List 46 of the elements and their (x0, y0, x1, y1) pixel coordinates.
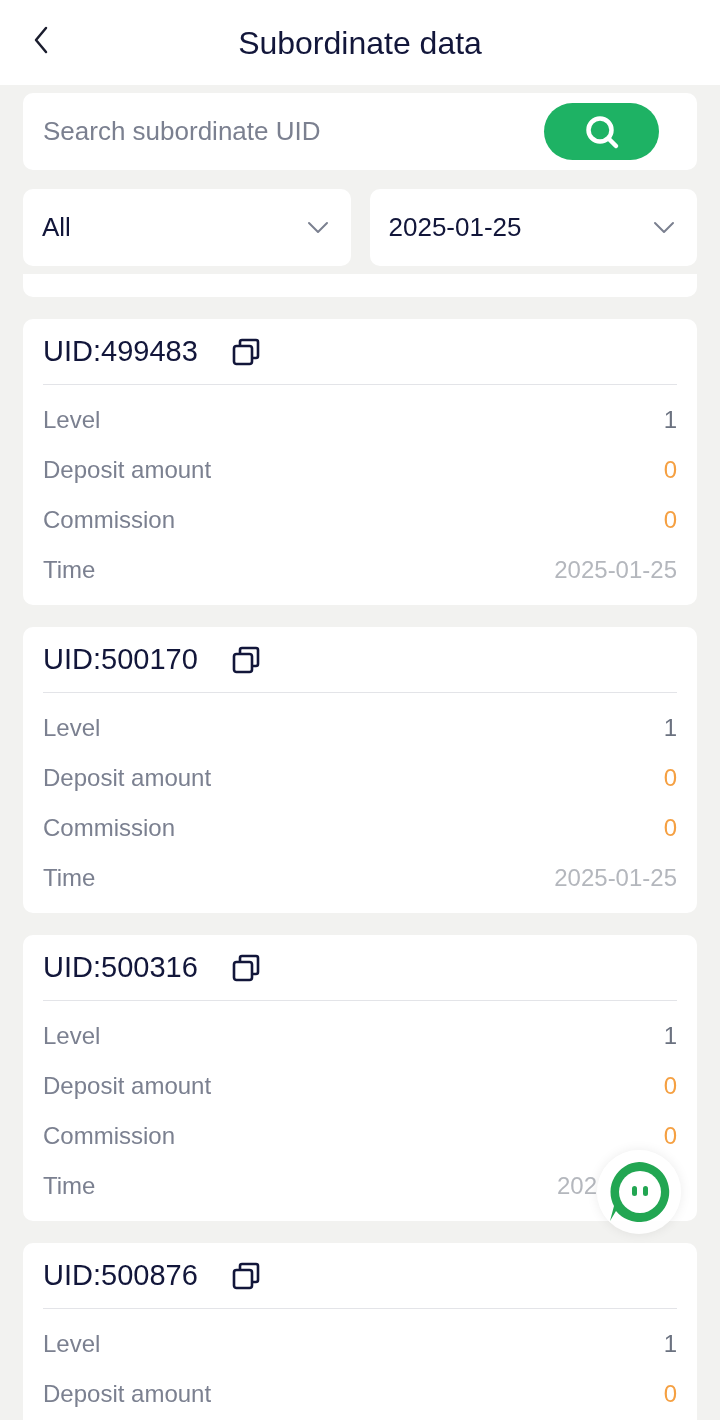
field-label: Level (43, 713, 101, 743)
search-field[interactable]: Search subordinate UID (23, 93, 697, 170)
search-icon (583, 113, 620, 150)
field-value: 0 (663, 1121, 677, 1151)
uid-label: UID:500316 (43, 949, 198, 985)
search-button[interactable] (544, 103, 659, 160)
field-label: Commission (43, 813, 176, 843)
search-input[interactable]: Search subordinate UID (43, 112, 544, 151)
field-label: Deposit amount (43, 763, 212, 793)
field-value: 202 (557, 1171, 598, 1201)
field-value: 0 (663, 763, 677, 793)
copy-icon[interactable] (231, 337, 260, 366)
field-label: Commission (43, 1121, 176, 1151)
field-value: 0 (663, 1379, 677, 1409)
copy-icon[interactable] (231, 953, 260, 982)
page-title: Subordinate data (238, 23, 482, 63)
uid-label: UID:499483 (43, 333, 198, 369)
field-value: 0 (663, 1071, 677, 1101)
field-label: Deposit amount (43, 455, 212, 485)
uid-label: UID:500170 (43, 641, 198, 677)
field-value: 0 (663, 505, 677, 535)
field-label: Time (43, 1171, 96, 1201)
field-value: 1 (663, 405, 677, 435)
field-value: 2025-01-25 (554, 555, 677, 585)
filter-dropdown[interactable]: All (23, 189, 351, 266)
field-label: Level (43, 1021, 101, 1051)
field-label: Time (43, 555, 96, 585)
field-value: 2025-01-25 (554, 863, 677, 893)
field-label: Deposit amount (43, 1379, 212, 1409)
chevron-down-icon (653, 220, 675, 235)
copy-icon[interactable] (231, 1261, 260, 1290)
uid-label: UID:500876 (43, 1257, 198, 1293)
back-icon (33, 26, 49, 54)
field-label: Level (43, 1329, 101, 1359)
field-label: Level (43, 405, 101, 435)
field-value: 1 (663, 1021, 677, 1051)
filter-dropdown[interactable]: 2025-01-25 (369, 189, 697, 266)
field-value: 0 (663, 455, 677, 485)
field-label: Deposit amount (43, 1071, 212, 1101)
field-value: 1 (663, 1329, 677, 1359)
field-label: Commission (43, 505, 176, 535)
field-value: 0 (663, 813, 677, 843)
field-label: Time (43, 863, 96, 893)
chevron-down-icon (306, 220, 329, 235)
copy-icon[interactable] (231, 645, 260, 674)
field-value: 1 (663, 713, 677, 743)
